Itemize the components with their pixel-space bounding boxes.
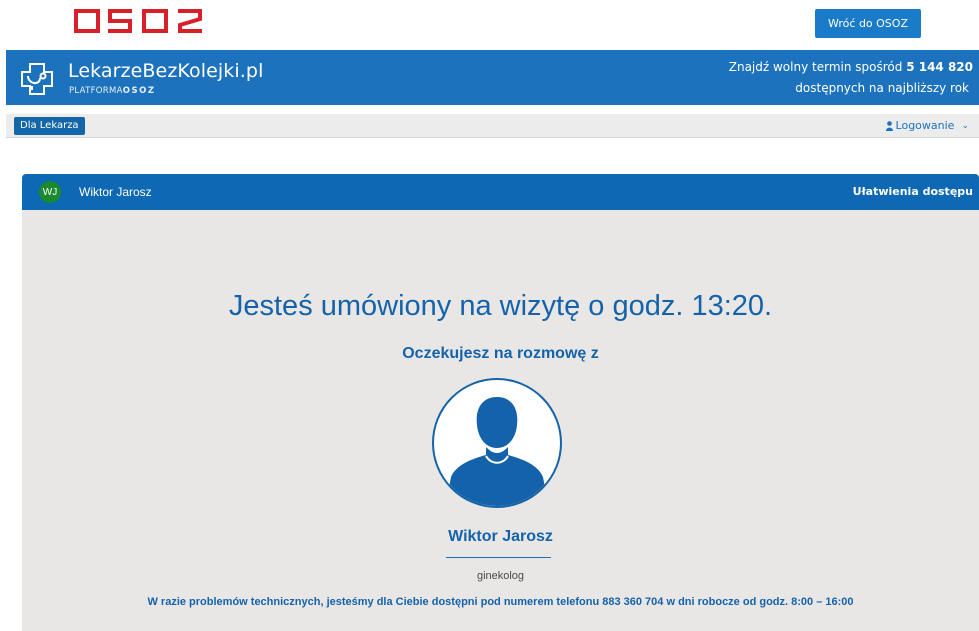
doctor-avatar-icon xyxy=(432,378,562,508)
brand-stethoscope-icon xyxy=(21,63,53,95)
osoz-logo[interactable] xyxy=(74,9,204,33)
divider xyxy=(446,557,551,558)
promo-text: Znajdź wolny termin spośród 5 144 820 do… xyxy=(653,57,973,99)
appointment-heading: Jesteś umówiony na wizytę o godz. 13:20. xyxy=(228,290,773,322)
promo-prefix: Znajdź wolny termin spośród xyxy=(728,60,903,74)
brand-sub-logo: OSOZ xyxy=(122,86,156,96)
accessibility-link[interactable]: Ułatwienia dostępu xyxy=(853,185,973,198)
back-to-osoz-button[interactable]: Wróć do OSOZ xyxy=(815,9,921,38)
brand-subtitle: PLATFORMAOSOZ xyxy=(69,86,156,96)
login-dropdown[interactable]: Logowanie ⌄ xyxy=(885,119,969,132)
site-header: LekarzeBezKolejki.pl PLATFORMAOSOZ Znajd… xyxy=(6,50,979,105)
brand-sub-prefix: PLATFORMA xyxy=(69,86,123,96)
promo-count: 5 144 820 xyxy=(906,60,973,74)
user-icon xyxy=(885,120,893,131)
waiting-room-panel: Jesteś umówiony na wizytę o godz. 13:20.… xyxy=(22,210,979,631)
brand-name[interactable]: LekarzeBezKolejki.pl xyxy=(68,60,263,82)
doctor-name: Wiktor Jarosz xyxy=(448,528,553,545)
waiting-heading: Oczekujesz na rozmowę z xyxy=(402,345,599,362)
for-doctor-button[interactable]: Dla Lekarza xyxy=(14,117,85,135)
support-notice: W razie problemów technicznych, jesteśmy… xyxy=(147,596,854,608)
promo-line2: dostępnych na najbliższy rok xyxy=(795,81,969,95)
nav-bar: Dla Lekarza Logowanie ⌄ xyxy=(6,114,979,138)
panel-header: WJ Wiktor Jarosz Ułatwienia dostępu xyxy=(22,174,979,210)
patient-name: Wiktor Jarosz xyxy=(79,185,152,199)
login-label: Logowanie xyxy=(895,119,955,132)
avatar: WJ xyxy=(39,181,61,203)
chevron-down-icon: ⌄ xyxy=(961,120,969,131)
doctor-specialty: ginekolog xyxy=(476,570,525,582)
